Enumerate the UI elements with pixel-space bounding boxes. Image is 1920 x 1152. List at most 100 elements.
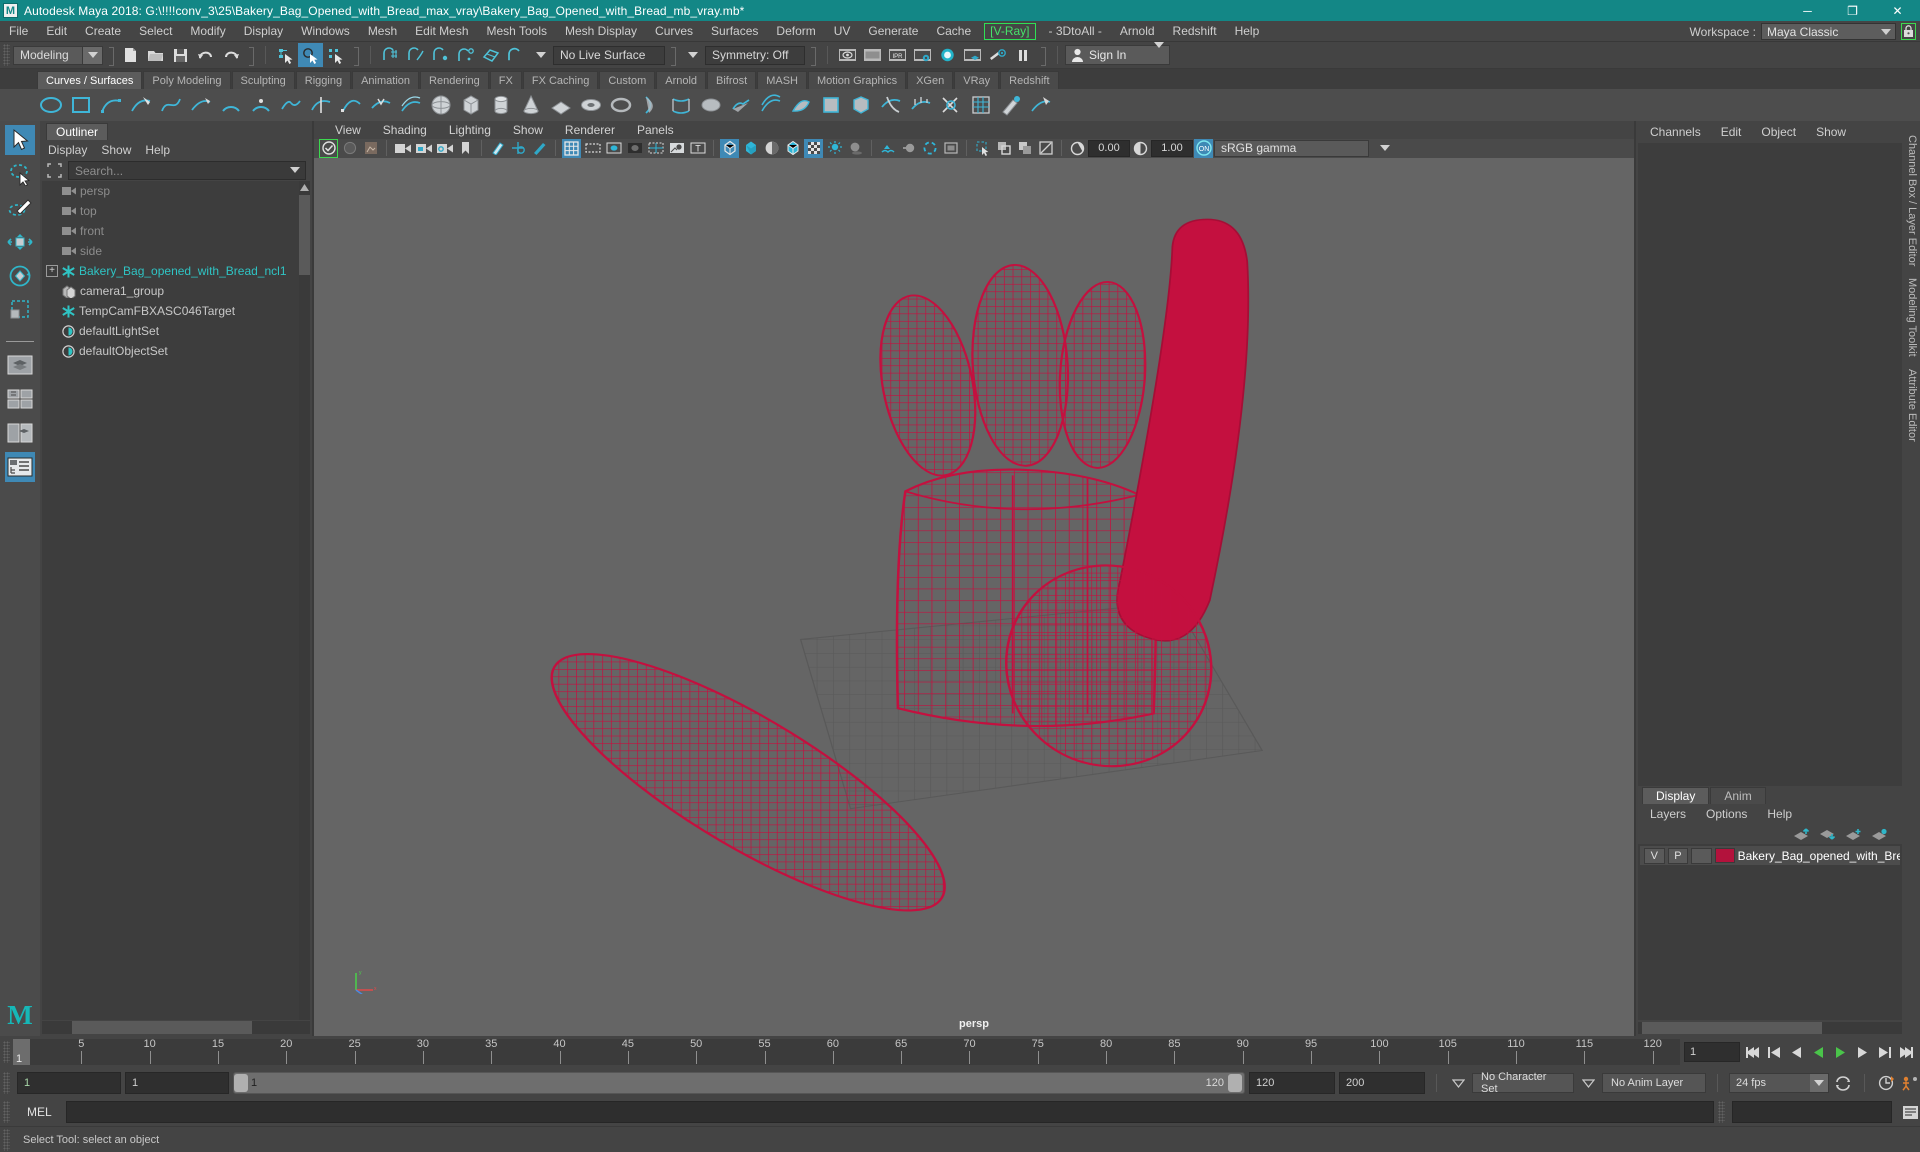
open-scene-icon[interactable] bbox=[143, 43, 168, 67]
go-to-end-icon[interactable] bbox=[1896, 1042, 1916, 1062]
shelf-tab-sculpting[interactable]: Sculpting bbox=[231, 71, 295, 89]
layer-row[interactable]: V P Bakery_Bag_opened_with_Bre bbox=[1640, 846, 1900, 865]
cv-curve-tool-icon[interactable] bbox=[97, 91, 125, 119]
camera-lock-icon[interactable] bbox=[414, 139, 433, 158]
chevron-down-icon[interactable] bbox=[1375, 139, 1394, 158]
scrollbar-thumb[interactable] bbox=[72, 1021, 252, 1034]
select-camera-icon[interactable] bbox=[319, 138, 338, 158]
layers-menu[interactable]: Layers bbox=[1650, 807, 1686, 821]
surface-editing-icon[interactable] bbox=[1027, 91, 1055, 119]
layer-horizontal-scrollbar[interactable] bbox=[1638, 1022, 1902, 1034]
gamma-value[interactable]: 1.00 bbox=[1151, 139, 1193, 157]
channels-object-menu[interactable]: Object bbox=[1761, 125, 1796, 139]
step-forward-key-icon[interactable] bbox=[1852, 1042, 1872, 1062]
shelf-tab-bifrost[interactable]: Bifrost bbox=[707, 71, 757, 89]
gate-mask-icon[interactable] bbox=[625, 139, 644, 158]
outliner-horizontal-scrollbar[interactable] bbox=[42, 1021, 310, 1034]
ipr-render-icon[interactable]: IPR bbox=[885, 43, 910, 67]
minimize-button[interactable]: ─ bbox=[1785, 0, 1830, 21]
ao-icon[interactable] bbox=[878, 139, 897, 158]
hypershade-icon[interactable] bbox=[935, 43, 960, 67]
menu-help[interactable]: Help bbox=[1226, 21, 1269, 42]
menu-redshift[interactable]: Redshift bbox=[1164, 21, 1226, 42]
outliner-search-input[interactable]: Search... bbox=[68, 161, 306, 180]
motion-blur-icon[interactable] bbox=[899, 139, 918, 158]
animation-preferences-icon[interactable] bbox=[1900, 1073, 1920, 1093]
sculpt-geometry-icon[interactable] bbox=[997, 91, 1025, 119]
menu-edit-mesh[interactable]: Edit Mesh bbox=[406, 21, 477, 42]
workspace-select[interactable]: Maya Classic bbox=[1761, 23, 1896, 40]
smooth-shade-icon[interactable] bbox=[741, 139, 760, 158]
viewport-menu-show[interactable]: Show bbox=[502, 123, 554, 137]
channels-menu[interactable]: Channels bbox=[1650, 125, 1701, 139]
select-by-object-icon[interactable] bbox=[298, 43, 323, 67]
command-line-grip[interactable] bbox=[3, 1101, 10, 1123]
nurbs-cone-icon[interactable] bbox=[517, 91, 545, 119]
command-input[interactable] bbox=[65, 1101, 1714, 1123]
xray-active-components-icon[interactable] bbox=[1036, 139, 1055, 158]
lock-camera-icon[interactable] bbox=[340, 139, 359, 158]
list-item[interactable]: defaultLightSet bbox=[42, 321, 310, 341]
layer-color-swatch[interactable] bbox=[1714, 848, 1735, 863]
pencil-curve-tool-icon[interactable] bbox=[187, 91, 215, 119]
attach-curves-icon[interactable] bbox=[277, 91, 305, 119]
menu-mesh-tools[interactable]: Mesh Tools bbox=[478, 21, 556, 42]
tab-anim[interactable]: Anim bbox=[1710, 787, 1766, 804]
layer-visibility-toggle[interactable]: V bbox=[1644, 847, 1665, 864]
go-to-start-icon[interactable] bbox=[1742, 1042, 1762, 1062]
list-item[interactable]: TempCamFBXASC046Target bbox=[42, 301, 310, 321]
script-editor-icon[interactable] bbox=[1900, 1102, 1920, 1122]
shadows-icon[interactable] bbox=[846, 139, 865, 158]
range-slider-grip[interactable] bbox=[3, 1072, 10, 1094]
tab-display[interactable]: Display bbox=[1642, 787, 1710, 804]
nurbs-cube-icon[interactable] bbox=[457, 91, 485, 119]
play-backwards-icon[interactable] bbox=[1808, 1042, 1828, 1062]
shelf-tab-xgen[interactable]: XGen bbox=[907, 71, 954, 89]
command-output[interactable] bbox=[1732, 1101, 1892, 1123]
menu-deform[interactable]: Deform bbox=[767, 21, 824, 42]
outliner-vertical-scrollbar[interactable] bbox=[299, 181, 310, 1020]
loop-playback-icon[interactable] bbox=[1833, 1073, 1853, 1093]
film-gate-icon[interactable] bbox=[583, 139, 602, 158]
render-view-icon[interactable] bbox=[835, 43, 860, 67]
list-item[interactable]: defaultObjectSet bbox=[42, 341, 310, 361]
layers-options-menu[interactable]: Options bbox=[1706, 807, 1747, 821]
layers-help-menu[interactable]: Help bbox=[1767, 807, 1792, 821]
select-by-component-icon[interactable] bbox=[323, 43, 348, 67]
offset-curve-icon[interactable] bbox=[397, 91, 425, 119]
use-default-lighting-icon[interactable] bbox=[825, 139, 844, 158]
redo-icon[interactable] bbox=[218, 43, 243, 67]
step-forward-frame-icon[interactable] bbox=[1874, 1042, 1894, 1062]
exposure-icon[interactable] bbox=[1068, 139, 1087, 158]
wireframe-icon[interactable] bbox=[720, 138, 739, 158]
animation-end-field[interactable]: 200 bbox=[1339, 1072, 1425, 1094]
menu-uv[interactable]: UV bbox=[825, 21, 860, 42]
range-track[interactable]: 1 120 bbox=[233, 1072, 1245, 1094]
command-separator-grip[interactable] bbox=[1718, 1101, 1725, 1123]
help-line-grip[interactable] bbox=[3, 1128, 10, 1151]
xray-icon[interactable] bbox=[994, 139, 1013, 158]
revolve-icon[interactable] bbox=[637, 91, 665, 119]
color-management-icon[interactable]: ON bbox=[1194, 138, 1213, 158]
nurbs-cylinder-icon[interactable] bbox=[487, 91, 515, 119]
trim-tool-icon[interactable] bbox=[937, 91, 965, 119]
shelf-tab-arnold[interactable]: Arnold bbox=[656, 71, 707, 89]
nurbs-square-icon[interactable] bbox=[67, 91, 95, 119]
viewport-menu-lighting[interactable]: Lighting bbox=[438, 123, 502, 137]
menu-curves[interactable]: Curves bbox=[646, 21, 702, 42]
outliner-menu-show[interactable]: Show bbox=[101, 143, 131, 157]
scrollbar-thumb[interactable] bbox=[299, 195, 310, 275]
shelf-tab-rendering[interactable]: Rendering bbox=[420, 71, 489, 89]
menu-generate[interactable]: Generate bbox=[859, 21, 927, 42]
flat-shade-icon[interactable] bbox=[762, 139, 781, 158]
bezier-curve-tool-icon[interactable] bbox=[157, 91, 185, 119]
layer-type-toggle[interactable] bbox=[1691, 847, 1712, 864]
close-button[interactable]: ✕ bbox=[1875, 0, 1920, 21]
color-management-select[interactable]: sRGB gamma bbox=[1214, 139, 1369, 157]
render-settings-icon[interactable] bbox=[910, 43, 935, 67]
ep-curve-tool-icon[interactable] bbox=[127, 91, 155, 119]
field-chart-icon[interactable] bbox=[646, 139, 665, 158]
list-item[interactable]: front bbox=[42, 221, 310, 241]
exposure-value[interactable]: 0.00 bbox=[1088, 139, 1130, 157]
select-by-hierarchy-icon[interactable] bbox=[273, 43, 298, 67]
